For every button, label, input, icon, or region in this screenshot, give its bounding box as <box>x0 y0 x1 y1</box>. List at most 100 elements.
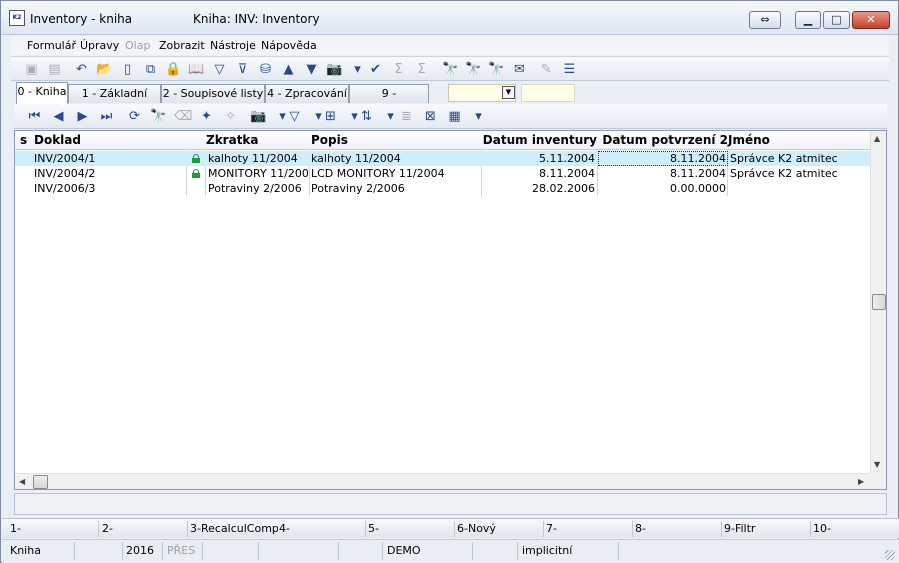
list-icon[interactable]: ≣ <box>398 108 415 125</box>
fkey-4[interactable]: 4- <box>279 522 363 535</box>
menu-formular[interactable]: Formulář <box>27 39 76 52</box>
columns-icon[interactable]: ⊞ <box>322 108 339 125</box>
new-document-icon[interactable]: ▯ <box>119 61 136 78</box>
open-folder-icon[interactable]: 📂 <box>96 61 113 78</box>
cell-jmeno: Správce K2 atmitec <box>730 167 838 180</box>
menu-napoveda[interactable]: Nápověda <box>261 39 317 52</box>
menu-lines-icon[interactable]: ☰ <box>561 61 578 78</box>
tab-zpracovani[interactable]: 4 - Zpracování <box>265 84 349 103</box>
lock-icon[interactable]: 🔒 <box>165 61 182 78</box>
fkey-1[interactable]: 1- <box>10 522 94 535</box>
vertical-scroll-thumb[interactable] <box>872 294 886 310</box>
fkey-8[interactable]: 8- <box>635 522 719 535</box>
col-header-datum-potvrzeni[interactable]: Datum potvrzení 2 <box>598 133 728 147</box>
scroll-up-icon[interactable]: ▲ <box>874 134 880 143</box>
binoculars-icon[interactable]: 🔭 <box>442 61 459 78</box>
undo-icon[interactable]: ↶ <box>73 61 90 78</box>
check-icon[interactable]: ✔ <box>367 61 384 78</box>
stack-icon[interactable]: ⛁ <box>257 61 274 78</box>
fkey-5[interactable]: 5- <box>368 522 452 535</box>
col-header-zkratka[interactable]: Zkratka <box>206 133 259 147</box>
scroll-down-icon[interactable]: ▼ <box>874 460 880 469</box>
next-record-icon[interactable]: ▶ <box>74 108 91 125</box>
filter-icon[interactable]: ▽ <box>211 61 228 78</box>
save-as-icon[interactable]: ▤ <box>46 61 63 78</box>
col-header-doklad[interactable]: Doklad <box>34 133 81 147</box>
main-toolbar: ▣ ▤ ↶ 📂 ▯ ⧉ 🔒 📖 ▽ ⊽ ⛁ ▲ ▼ 📷 ▾ ✔ Σ Σ 🔭 🔭 🔭 ✉ ✎ ☰ <box>11 56 889 81</box>
col-header-jmeno[interactable]: Jméno <box>728 133 770 147</box>
tab-zakladni-udaje[interactable]: 1 - Základní údaje <box>68 84 161 117</box>
fkey-9[interactable]: 9-Filtr <box>724 522 808 535</box>
last-record-icon[interactable]: ⏭ <box>98 108 115 125</box>
camera-icon[interactable]: 📷 <box>326 61 343 78</box>
binoculars-icon[interactable]: 🔭 <box>150 108 167 125</box>
first-record-icon[interactable]: ⏮ <box>26 108 43 125</box>
prev-record-icon[interactable]: ◀ <box>50 108 67 125</box>
status-separator <box>338 542 339 560</box>
fkey-6[interactable]: 6-Nový <box>457 522 541 535</box>
scroll-right-icon[interactable]: ▶ <box>858 477 864 486</box>
window-subtitle: Kniha: INV: Inventory <box>193 12 320 26</box>
filter-edit-icon[interactable]: ⊽ <box>234 61 251 78</box>
minimize-button[interactable]: ▁ <box>795 11 821 29</box>
sum-icon[interactable]: Σ <box>390 61 407 78</box>
fkey-separator <box>721 521 722 537</box>
star-add-icon[interactable]: ✦ <box>198 108 215 125</box>
arrow-down-icon[interactable]: ▼ <box>303 61 320 78</box>
filter-field[interactable] <box>521 84 575 102</box>
col-header-datum-inventury[interactable]: Datum inventury <box>481 133 597 147</box>
binoculars-prev-icon[interactable]: 🔭 <box>488 61 505 78</box>
star-remove-icon[interactable]: ✧ <box>222 108 239 125</box>
swap-window-button[interactable]: ⇔ <box>749 11 781 29</box>
close-button[interactable]: ✕ <box>852 11 890 29</box>
fkey-7[interactable]: 7- <box>546 522 630 535</box>
excel-icon[interactable]: ⊠ <box>422 108 439 125</box>
edit-icon[interactable]: ✎ <box>538 61 555 78</box>
copy-icon[interactable]: ⧉ <box>142 61 159 78</box>
menu-upravy[interactable]: Úpravy <box>80 39 119 52</box>
table-row[interactable]: INV/2004/2 MONITORY 11/2004 LCD MONITORY… <box>15 166 872 181</box>
fkey-3[interactable]: 3-RecalculComp <box>190 522 278 535</box>
delete-icon[interactable]: ⌫ <box>174 108 192 125</box>
dropdown-icon[interactable]: ▾ <box>349 61 366 78</box>
app-window: K2 Inventory - kniha Kniha: INV: Invento… <box>0 0 899 563</box>
resize-grip-icon[interactable] <box>885 550 895 560</box>
filter-icon[interactable]: ▽ <box>286 108 303 125</box>
menu-olap[interactable]: Olap <box>125 39 150 52</box>
sum-filter-icon[interactable]: Σ <box>413 61 430 78</box>
cell-doklad: INV/2004/1 <box>34 152 96 165</box>
fkey-10[interactable]: 10- <box>813 522 897 535</box>
camera-icon[interactable]: 📷 <box>250 108 267 125</box>
col-header-s[interactable]: s <box>20 133 27 147</box>
fkey-2[interactable]: 2- <box>102 522 186 535</box>
mail-icon[interactable]: ✉ <box>511 61 528 78</box>
menu-nastroje[interactable]: Nástroje <box>210 39 256 52</box>
dropdown-icon[interactable]: ▾ <box>382 108 399 125</box>
fkey-separator <box>454 521 455 537</box>
fkey-separator <box>365 521 366 537</box>
report-icon[interactable]: ▦ <box>446 108 463 125</box>
cell-zkratka: Potraviny 2/2006 <box>208 182 302 195</box>
vertical-scrollbar[interactable]: ▲ ▼ <box>870 131 886 473</box>
status-separator <box>202 542 203 560</box>
dropdown-icon[interactable]: ▾ <box>470 108 487 125</box>
horizontal-scroll-thumb[interactable] <box>33 475 48 489</box>
col-header-popis[interactable]: Popis <box>311 133 348 147</box>
refresh-icon[interactable]: ⟳ <box>126 108 143 125</box>
arrow-up-icon[interactable]: ▲ <box>280 61 297 78</box>
horizontal-scrollbar[interactable]: ◀ ▶ <box>15 473 872 489</box>
tab-kniha[interactable]: 0 - Kniha <box>16 82 68 104</box>
table-row[interactable]: INV/2006/3 Potraviny 2/2006 Potraviny 2/… <box>15 181 872 196</box>
save-icon[interactable]: ▣ <box>23 61 40 78</box>
tab-soupisove-listy[interactable]: 2 - Soupisové listy <box>161 84 265 103</box>
cell-popis: Potraviny 2/2006 <box>311 182 405 195</box>
table-row[interactable]: INV/2004/1 kalhoty 11/2004 kalhoty 11/20… <box>15 151 872 166</box>
menu-zobrazit[interactable]: Zobrazit <box>159 39 205 52</box>
binoculars-next-icon[interactable]: 🔭 <box>465 61 482 78</box>
tab-dokumenty[interactable]: 9 - Dokumenty <box>349 84 429 117</box>
scroll-left-icon[interactable]: ◀ <box>19 477 25 486</box>
sort-az-icon[interactable]: ⇅ <box>358 108 375 125</box>
book-icon[interactable]: 📖 <box>188 61 205 78</box>
combo-dropdown-button[interactable]: ▼ <box>502 86 515 99</box>
maximize-button[interactable]: □ <box>823 11 850 29</box>
